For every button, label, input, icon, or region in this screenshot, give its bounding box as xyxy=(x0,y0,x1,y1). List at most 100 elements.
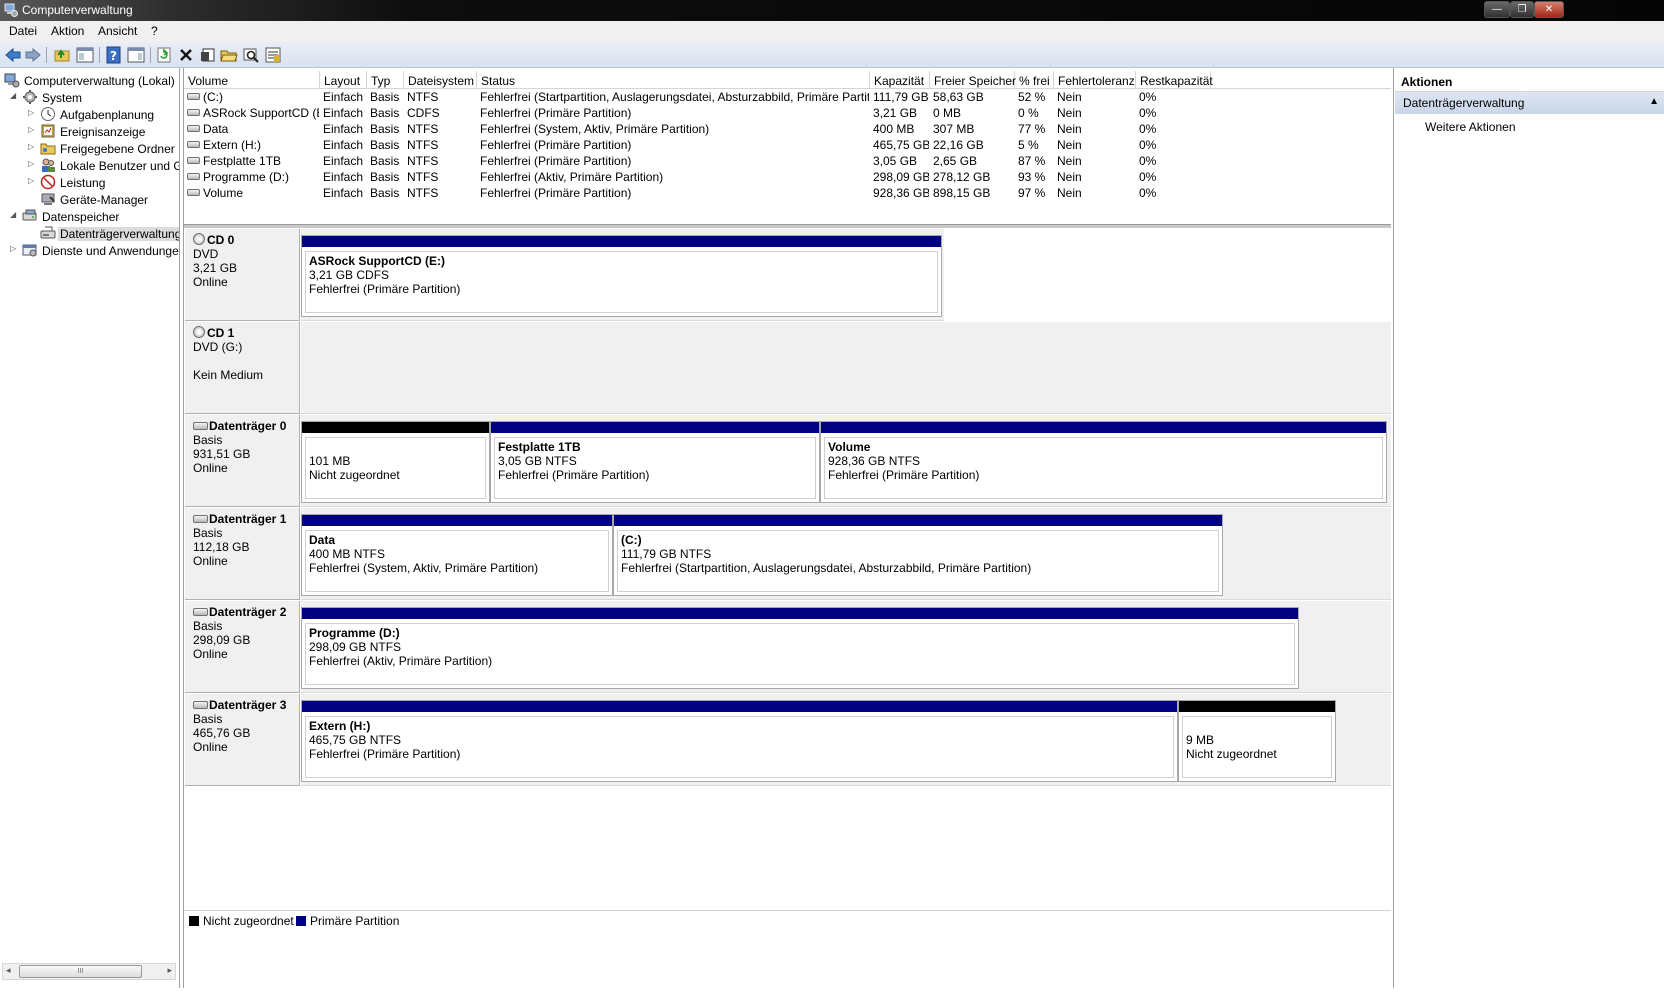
volume-cell: Data xyxy=(187,122,319,136)
partition-block[interactable]: Festplatte 1TB 3,05 GB NTFS Fehlerfrei (Pr… xyxy=(490,421,820,503)
more-actions-link[interactable]: Weitere Aktionen xyxy=(1425,120,1516,134)
volume-cell-text: 307 MB xyxy=(933,122,975,136)
hard-disk-icon xyxy=(193,422,208,430)
scroll-grip: III xyxy=(77,968,84,975)
column-header-7[interactable]: % frei xyxy=(1015,71,1054,89)
partition-details: Data 400 MB NTFS Fehlerfrei (System, Aktiv… xyxy=(305,530,609,592)
close-button[interactable]: ✕ xyxy=(1534,1,1564,18)
volume-cell-text: Nein xyxy=(1057,186,1082,200)
volume-row[interactable]: (C:) Einfach Basis NTFS Fehlerfrei (Startpar… xyxy=(184,89,1391,105)
volume-cell: Fehlerfrei (System, Aktiv, Primäre Parti… xyxy=(480,122,869,136)
disk-label-1[interactable]: CD 1 DVD (G:) Kein Medium xyxy=(185,322,300,414)
volume-cell: CDFS xyxy=(407,106,476,120)
svg-text:?: ? xyxy=(110,49,117,63)
volume-row[interactable]: ASRock SupportCD (E:) Einfach Basis CDFS Feh… xyxy=(184,105,1391,121)
column-header-0[interactable]: Volume xyxy=(184,71,320,89)
volume-cell-text: Basis xyxy=(370,106,400,120)
scroll-thumb[interactable]: III xyxy=(19,965,142,978)
volume-row[interactable]: Festplatte 1TB Einfach Basis NTFS Fehlerfrei… xyxy=(184,153,1391,169)
partition-block[interactable]: Programme (D:) 298,09 GB NTFS Fehlerfrei (… xyxy=(301,607,1299,689)
up-folder-icon[interactable] xyxy=(53,46,71,64)
column-header-4[interactable]: Status xyxy=(477,71,870,89)
scroll-right-arrow-icon[interactable]: ▸ xyxy=(167,965,172,976)
partition-status: Fehlerfrei (System, Aktiv, Primäre Parti… xyxy=(309,561,539,575)
collapse-chevron-icon[interactable]: ▲ xyxy=(1649,96,1659,107)
show-hide-tree-icon[interactable] xyxy=(76,46,94,64)
scroll-left-arrow-icon[interactable]: ◂ xyxy=(6,965,11,976)
partition-block[interactable]: (C:) 111,79 GB NTFS Fehlerfrei (Startparti… xyxy=(613,514,1223,596)
disk-label-0[interactable]: CD 0 DVD 3,21 GB Online xyxy=(185,229,300,321)
collapse-arrow-icon[interactable]: ◢ xyxy=(10,210,19,219)
menu-ansicht[interactable]: Ansicht xyxy=(98,24,137,38)
volume-cell: Extern (H:) xyxy=(187,138,319,152)
list-properties-icon[interactable] xyxy=(264,46,282,64)
menu-aktion[interactable]: Aktion xyxy=(51,24,84,38)
collapse-arrow-icon[interactable]: ◢ xyxy=(10,91,19,100)
volume-row[interactable]: Volume Einfach Basis NTFS Fehlerfrei (Primär… xyxy=(184,185,1391,201)
column-header-6[interactable]: Freier Speicher xyxy=(930,71,1016,89)
column-header-8[interactable]: Fehlertoleranz xyxy=(1054,71,1136,89)
volume-cell: 465,75 GB xyxy=(873,138,929,152)
volume-cell: Einfach xyxy=(323,138,366,152)
disk-label-2[interactable]: Datenträger 0 Basis 931,51 GB Online xyxy=(185,415,300,507)
column-header-9[interactable]: Restkapazität xyxy=(1136,71,1213,89)
disk-label-3[interactable]: Datenträger 1 Basis 112,18 GB Online xyxy=(185,508,300,600)
column-header-1[interactable]: Layout xyxy=(320,71,367,89)
column-header-2[interactable]: Typ xyxy=(367,71,404,89)
disk-size: 3,21 GB xyxy=(193,261,238,275)
volume-cell: Einfach xyxy=(323,106,366,120)
menu-datei[interactable]: Datei xyxy=(9,24,37,38)
disk-graphical-view: CD 0 DVD 3,21 GB Online ASRock SupportCD (E:… xyxy=(184,229,1391,909)
disk-label-5[interactable]: Datenträger 3 Basis 465,76 GB Online xyxy=(185,694,300,786)
partition-block[interactable]: ASRock SupportCD (E:) 3,21 GB CDFS Fehlerf… xyxy=(301,235,942,317)
partition-details: (C:) 111,79 GB NTFS Fehlerfrei (Startparti… xyxy=(617,530,1219,592)
volume-cell: 928,36 GB xyxy=(873,186,929,200)
volume-row[interactable]: Data Einfach Basis NTFS Fehlerfrei (System, … xyxy=(184,121,1391,137)
volume-cell: Nein xyxy=(1057,186,1135,200)
back-arrow-icon[interactable] xyxy=(4,46,22,64)
volume-cell-text: Basis xyxy=(370,170,400,184)
performance-icon xyxy=(40,174,56,190)
partition-block[interactable]: 101 MB Nicht zugeordnet xyxy=(301,421,490,503)
actions-section-header[interactable]: Datenträgerverwaltung ▲ xyxy=(1395,92,1664,114)
help-icon[interactable]: ? xyxy=(105,46,123,64)
partition-block[interactable]: 9 MB Nicht zugeordnet xyxy=(1178,700,1336,782)
volume-cell-text: NTFS xyxy=(407,154,439,168)
volume-cell-text: Fehlerfrei (Startpartition, Auslagerungs… xyxy=(480,90,869,104)
volume-cell-text: 928,36 GB xyxy=(873,186,929,200)
expand-arrow-icon[interactable]: ▷ xyxy=(10,244,19,253)
primary-partition-bar xyxy=(614,515,1222,526)
refresh-icon[interactable] xyxy=(155,46,173,64)
disk-name: CD 1 xyxy=(207,326,235,340)
volume-row[interactable]: Programme (D:) Einfach Basis NTFS Fehlerfrei… xyxy=(184,169,1391,185)
open-folder-icon[interactable] xyxy=(220,46,238,64)
disk-label-4[interactable]: Datenträger 2 Basis 298,09 GB Online xyxy=(185,601,300,693)
partition-block[interactable]: Data 400 MB NTFS Fehlerfrei (System, Aktiv… xyxy=(301,514,613,596)
users-icon xyxy=(42,158,55,172)
forward-arrow-icon[interactable] xyxy=(24,46,42,64)
expand-arrow-icon[interactable]: ▷ xyxy=(28,125,37,134)
disk-size: 465,76 GB xyxy=(193,726,251,740)
expand-arrow-icon[interactable]: ▷ xyxy=(28,142,37,151)
volume-cell: Fehlerfrei (Primäre Partition) xyxy=(480,106,869,120)
expand-arrow-icon[interactable]: ▷ xyxy=(28,108,37,117)
properties-icon[interactable] xyxy=(199,46,217,64)
volume-cell-text: Einfach xyxy=(323,154,364,168)
show-hide-action-pane-icon[interactable] xyxy=(127,46,145,64)
menu-help[interactable]: ? xyxy=(151,24,158,38)
partition-block[interactable]: Extern (H:) 465,75 GB NTFS Fehlerfrei (Pri… xyxy=(301,700,1178,782)
maximize-button[interactable]: ❐ xyxy=(1510,1,1534,18)
search-icon[interactable] xyxy=(242,46,260,64)
pane-splitter[interactable] xyxy=(184,224,1391,228)
disk-kind: Basis xyxy=(193,526,223,540)
partition-block[interactable]: Volume 928,36 GB NTFS Fehlerfrei (Primäre … xyxy=(820,421,1387,503)
column-header-3[interactable]: Dateisystem xyxy=(404,71,477,89)
delete-icon[interactable] xyxy=(177,46,195,64)
volume-row[interactable]: Extern (H:) Einfach Basis NTFS Fehlerfrei (P… xyxy=(184,137,1391,153)
column-header-5[interactable]: Kapazität xyxy=(870,71,930,89)
volume-cell: 0% xyxy=(1139,170,1210,184)
minimize-button[interactable]: — xyxy=(1484,1,1510,18)
expand-arrow-icon[interactable]: ▷ xyxy=(28,159,37,168)
expand-arrow-icon[interactable]: ▷ xyxy=(28,176,37,185)
horizontal-scrollbar[interactable]: ◂ III ▸ xyxy=(2,963,176,980)
